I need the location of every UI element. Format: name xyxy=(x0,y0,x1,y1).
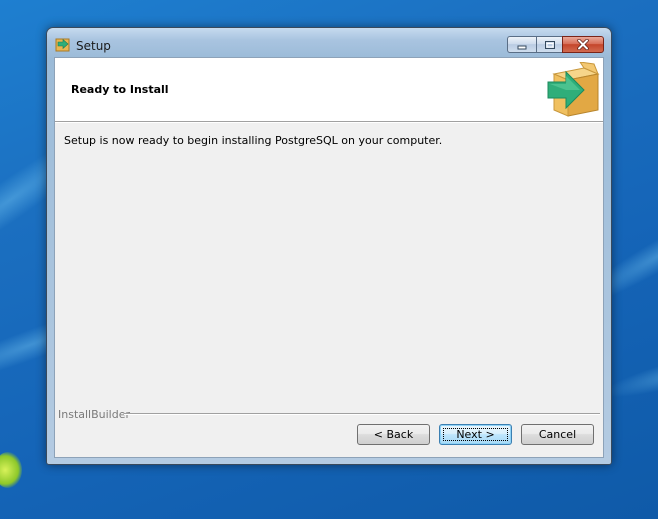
footer-divider xyxy=(124,413,600,414)
setup-window: Setup Ready to Install Setup is now read… xyxy=(46,27,612,465)
cancel-button[interactable]: Cancel xyxy=(521,424,594,445)
close-button[interactable] xyxy=(562,36,604,53)
next-button[interactable]: Next > xyxy=(439,424,512,445)
box-arrow-icon xyxy=(546,61,602,118)
window-title: Setup xyxy=(76,39,111,53)
ready-message: Setup is now ready to begin installing P… xyxy=(64,134,443,147)
header-band: Ready to Install xyxy=(55,58,603,122)
installbuilder-label: InstallBuilder xyxy=(58,408,131,421)
back-button[interactable]: < Back xyxy=(357,424,430,445)
wallpaper-leaf xyxy=(0,452,22,488)
focus-ring xyxy=(443,428,508,441)
minimize-icon xyxy=(517,45,527,49)
close-icon xyxy=(577,39,589,50)
maximize-button[interactable] xyxy=(536,36,562,53)
minimize-button[interactable] xyxy=(507,36,536,53)
cancel-button-label: Cancel xyxy=(538,428,577,441)
back-button-label: < Back xyxy=(373,428,414,441)
header-separator xyxy=(55,122,603,123)
page-title: Ready to Install xyxy=(71,83,169,96)
installer-arrow-icon xyxy=(55,36,71,52)
caption-buttons xyxy=(507,36,604,55)
desktop-background: Setup Ready to Install Setup is now read… xyxy=(0,0,658,519)
maximize-icon xyxy=(544,40,555,49)
dialog-client-area: Ready to Install Setup is now ready to b… xyxy=(54,57,604,458)
title-bar[interactable]: Setup xyxy=(47,28,611,56)
